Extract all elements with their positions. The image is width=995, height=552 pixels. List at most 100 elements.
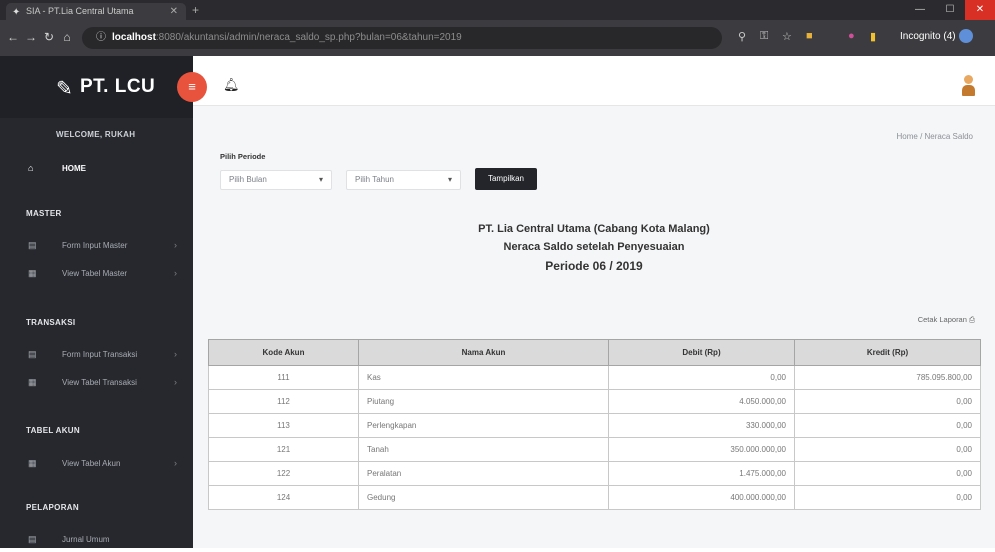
tab-title: SIA - PT.Lia Central Utama (26, 6, 134, 16)
chevron-right-icon: › (174, 349, 177, 359)
header-nama-akun: Nama Akun (358, 339, 609, 366)
info-icon: ⓘ (96, 32, 106, 43)
brand-name[interactable]: PT. LCU (80, 76, 155, 98)
cell-nama: Piutang (358, 389, 609, 414)
home-icon: ⌂ (28, 163, 34, 173)
show-button[interactable]: Tampilkan (475, 168, 537, 190)
table-row: 112 Piutang 4.050.000,00 0,00 (208, 389, 981, 414)
sidebar-item-label: Form Input Transaksi (62, 350, 138, 359)
menu-toggle-button[interactable]: ≡ (177, 72, 207, 102)
table-row: 122 Peralatan 1.475.000,00 0,00 (208, 461, 981, 486)
address-bar-row: ← → ↻ ⌂ ⓘ localhost:8080/akuntansi/admin/… (0, 20, 995, 56)
sidebar-item-label: View Tabel Transaksi (62, 378, 137, 387)
main-content: Home / Neraca Saldo Pilih Periode Pilih … (193, 106, 995, 548)
month-select[interactable]: Pilih Bulan ▾ (220, 170, 332, 190)
sidebar-item-home[interactable]: ⌂ HOME (0, 159, 193, 181)
welcome-text: WELCOME, RUKAH (56, 130, 136, 139)
brand-logo-icon: ✎ (56, 78, 73, 100)
report-title-company: PT. Lia Central Utama (Cabang Kota Malan… (478, 223, 710, 235)
sidebar-item-form-input-transaksi[interactable]: ▤ Form Input Transaksi › (0, 345, 193, 367)
period-label: Pilih Periode (220, 152, 266, 161)
month-select-value: Pilih Bulan (229, 175, 267, 184)
header-kredit: Kredit (Rp) (794, 339, 981, 366)
section-master: MASTER (26, 209, 62, 218)
cell-kredit: 0,00 (794, 437, 981, 462)
key-icon[interactable]: ⚿ (760, 30, 768, 43)
maximize-icon[interactable]: ☐ (935, 0, 965, 20)
sidebar-item-label: Jurnal Umum (62, 535, 110, 544)
cell-kode: 122 (208, 461, 359, 486)
url-path: :8080/akuntansi/admin/neraca_saldo_sp.ph… (155, 32, 462, 43)
report-title-name: Neraca Saldo setelah Penyesuaian (503, 241, 685, 253)
print-icon: ⎙ (969, 315, 975, 324)
sidebar-item-form-input-master[interactable]: ▤ Form Input Master › (0, 236, 193, 258)
reload-icon[interactable]: ↻ (42, 30, 56, 44)
user-avatar-icon[interactable] (961, 75, 975, 97)
cell-debit: 4.050.000,00 (608, 389, 795, 414)
bell-icon[interactable]: 🔔︎ (223, 77, 240, 93)
url-input[interactable]: ⓘ localhost:8080/akuntansi/admin/neraca_s… (82, 27, 722, 49)
cell-debit: 350.000.000,00 (608, 437, 795, 462)
table-row: 124 Gedung 400.000.000,00 0,00 (208, 485, 981, 510)
sidebar-item-view-tabel-akun[interactable]: ▦ View Tabel Akun › (0, 454, 193, 476)
table-icon: ▦ (28, 268, 37, 278)
sidebar-item-jurnal-umum[interactable]: ▤ Jurnal Umum (0, 530, 193, 552)
top-header: ≡ 🔔︎ (177, 56, 995, 106)
table-icon: ▦ (28, 458, 37, 468)
sidebar-item-label: View Tabel Akun (62, 459, 121, 468)
window-close-icon[interactable]: ✕ (965, 0, 995, 20)
trial-balance-table: Kode Akun Nama Akun Debit (Rp) Kredit (R… (208, 339, 981, 510)
minimize-icon[interactable]: — (905, 0, 935, 20)
cell-kredit: 0,00 (794, 413, 981, 438)
browser-tab-bar: ✦ SIA - PT.Lia Central Utama ✕ + — ☐ ✕ (0, 0, 995, 20)
cell-kode: 112 (208, 389, 359, 414)
forward-icon[interactable]: → (24, 30, 38, 44)
cell-nama: Peralatan (358, 461, 609, 486)
cell-kode: 111 (208, 365, 359, 390)
book-icon: ▤ (28, 534, 37, 544)
chevron-right-icon: › (174, 458, 177, 468)
cell-nama: Tanah (358, 437, 609, 462)
year-select[interactable]: Pilih Tahun ▾ (346, 170, 461, 190)
table-icon: ▦ (28, 377, 37, 387)
print-report-link[interactable]: Cetak Laporan ⎙ (918, 315, 975, 325)
cell-debit: 400.000.000,00 (608, 485, 795, 510)
section-tabel-akun: TABEL AKUN (26, 426, 80, 435)
table-header-row: Kode Akun Nama Akun Debit (Rp) Kredit (R… (208, 339, 981, 366)
cell-nama: Perlengkapan (358, 413, 609, 438)
profile-avatar-icon (958, 29, 973, 44)
tab-favicon-icon: ✦ (12, 7, 21, 18)
cell-debit: 1.475.000,00 (608, 461, 795, 486)
print-link-label: Cetak Laporan (917, 315, 967, 324)
url-host: localhost (112, 32, 156, 43)
home-icon[interactable]: ⌂ (60, 30, 74, 44)
extension-icon-2[interactable]: ● (848, 30, 855, 42)
search-icon[interactable]: ⚲ (738, 30, 746, 43)
breadcrumb: Home / Neraca Saldo (896, 132, 973, 141)
header-kode-akun: Kode Akun (208, 339, 359, 366)
year-select-value: Pilih Tahun (355, 175, 394, 184)
cell-kode: 124 (208, 485, 359, 510)
chevron-right-icon: › (174, 377, 177, 387)
table-row: 121 Tanah 350.000.000,00 0,00 (208, 437, 981, 462)
extension-icon-3[interactable]: ▮ (870, 30, 876, 43)
extension-icon[interactable]: ■ (806, 30, 813, 42)
section-pelaporan: PELAPORAN (26, 503, 79, 512)
tab-close-icon[interactable]: ✕ (170, 3, 178, 20)
profile-button[interactable]: Incognito (4) (900, 28, 973, 46)
new-tab-icon[interactable]: + (192, 3, 199, 18)
cell-nama: Gedung (358, 485, 609, 510)
brand-area: ✎ PT. LCU (0, 56, 193, 118)
back-icon[interactable]: ← (6, 30, 20, 44)
report-title-period: Periode 06 / 2019 (545, 259, 643, 273)
edit-icon: ▤ (28, 349, 37, 359)
cell-nama: Kas (358, 365, 609, 390)
sidebar-item-view-tabel-master[interactable]: ▦ View Tabel Master › (0, 264, 193, 286)
cell-kredit: 0,00 (794, 389, 981, 414)
chevron-right-icon: › (174, 240, 177, 250)
sidebar-item-view-tabel-transaksi[interactable]: ▦ View Tabel Transaksi › (0, 373, 193, 395)
star-icon[interactable]: ☆ (782, 30, 792, 43)
browser-tab[interactable]: ✦ SIA - PT.Lia Central Utama ✕ (6, 3, 186, 20)
chevron-down-icon: ▾ (447, 175, 452, 184)
cell-kode: 121 (208, 437, 359, 462)
